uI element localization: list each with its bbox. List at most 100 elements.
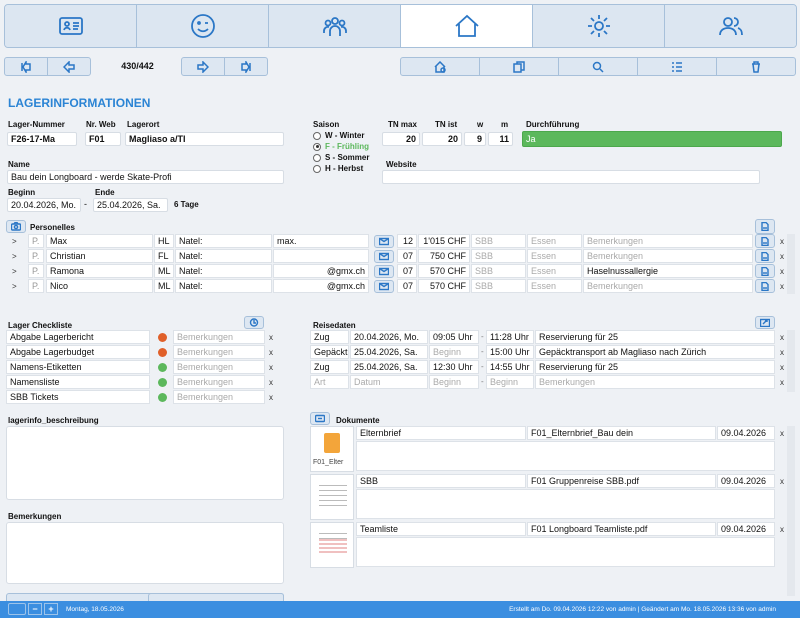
checklist-bemerkungen[interactable]: Bemerkungen bbox=[173, 360, 265, 374]
person-count[interactable]: 12 bbox=[397, 234, 417, 248]
reise-art[interactable]: Gepäckt bbox=[310, 345, 349, 359]
search-button[interactable] bbox=[559, 58, 638, 75]
person-sbb[interactable]: SBB bbox=[471, 249, 526, 263]
tab-users[interactable] bbox=[665, 5, 796, 47]
dokumente-scrollbar[interactable] bbox=[787, 426, 795, 596]
person-name[interactable]: Max bbox=[46, 234, 153, 248]
person-amount[interactable]: 1'015 CHF bbox=[418, 234, 470, 248]
reise-art[interactable]: Zug bbox=[310, 330, 349, 344]
reise-datum[interactable]: 25.04.2026, Sa. bbox=[350, 360, 428, 374]
check-icon[interactable] bbox=[158, 378, 167, 387]
row-expand-arrow[interactable]: > bbox=[12, 282, 17, 291]
reise-bis[interactable]: 14:55 Uhr bbox=[486, 360, 534, 374]
person-amount[interactable]: 570 CHF bbox=[418, 264, 470, 278]
personelles-pdf-button[interactable] bbox=[755, 219, 775, 234]
document-date[interactable]: 09.04.2026 bbox=[717, 522, 775, 536]
list-button[interactable] bbox=[638, 58, 717, 75]
lagerort-field[interactable]: Magliaso a/TI bbox=[125, 132, 284, 146]
document-file[interactable]: F01 Longboard Teamliste.pdf bbox=[527, 522, 716, 536]
radio-circle[interactable] bbox=[313, 142, 321, 151]
reise-datum[interactable]: 25.04.2026, Sa. bbox=[350, 345, 428, 359]
name-field[interactable]: Bau dein Longboard - werde Skate-Profi bbox=[7, 170, 284, 184]
next-record-button[interactable] bbox=[182, 58, 225, 75]
warning-icon[interactable] bbox=[158, 348, 167, 357]
new-record-button[interactable] bbox=[401, 58, 480, 75]
reise-datum[interactable]: 20.04.2026, Mo. bbox=[350, 330, 428, 344]
ende-field[interactable]: 25.04.2026, Sa. bbox=[93, 198, 168, 212]
document-thumbnail[interactable] bbox=[310, 522, 354, 568]
radio-circle[interactable] bbox=[313, 131, 321, 140]
person-role[interactable]: HL bbox=[154, 234, 174, 248]
delete-row-x[interactable]: x bbox=[269, 363, 273, 372]
reisedaten-scrollbar[interactable] bbox=[787, 330, 795, 392]
document-date[interactable]: 09.04.2026 bbox=[717, 474, 775, 488]
person-natel[interactable]: Natel: bbox=[175, 264, 272, 278]
personelles-photo-button[interactable] bbox=[6, 220, 26, 233]
checklist-bemerkungen[interactable]: Bemerkungen bbox=[173, 375, 265, 389]
checklist-label[interactable]: Namens-Etiketten bbox=[6, 360, 150, 374]
person-natel[interactable]: Natel: bbox=[175, 234, 272, 248]
person-essen[interactable]: Essen bbox=[527, 249, 582, 263]
tab-group[interactable] bbox=[269, 5, 401, 47]
duplicate-button[interactable] bbox=[480, 58, 559, 75]
delete-button[interactable] bbox=[717, 58, 795, 75]
dokumente-add-button[interactable] bbox=[310, 412, 330, 425]
radio-circle[interactable] bbox=[313, 164, 321, 173]
person-amount[interactable]: 570 CHF bbox=[418, 279, 470, 293]
person-essen[interactable]: Essen bbox=[527, 279, 582, 293]
delete-row-x[interactable]: x bbox=[269, 378, 273, 387]
reise-von[interactable]: 12:30 Uhr bbox=[429, 360, 479, 374]
document-file[interactable]: F01_Elternbrief_Bau dein bbox=[527, 426, 716, 440]
delete-row-x[interactable]: x bbox=[780, 237, 784, 246]
saison-option[interactable]: H - Herbst bbox=[313, 164, 363, 173]
saison-option[interactable]: S - Sommer bbox=[313, 153, 369, 162]
personelles-scrollbar[interactable] bbox=[787, 234, 795, 294]
document-thumbnail[interactable] bbox=[310, 474, 354, 520]
zoom-out-button[interactable]: − bbox=[28, 603, 42, 615]
reise-bemerkung[interactable]: Bemerkungen bbox=[535, 375, 775, 389]
reise-datum[interactable]: Datum bbox=[350, 375, 428, 389]
person-email[interactable]: @gmx.ch bbox=[273, 279, 369, 293]
reise-art[interactable]: Art bbox=[310, 375, 349, 389]
document-name[interactable]: SBB bbox=[356, 474, 526, 488]
delete-row-x[interactable]: x bbox=[780, 378, 784, 387]
checkliste-refresh-button[interactable] bbox=[244, 316, 264, 329]
person-bemerkungen[interactable]: Haselnussallergie bbox=[583, 264, 753, 278]
person-essen[interactable]: Essen bbox=[527, 264, 582, 278]
tab-settings[interactable] bbox=[533, 5, 665, 47]
tab-home[interactable] bbox=[401, 5, 533, 47]
status-blank-button[interactable] bbox=[8, 603, 26, 615]
document-thumbnail[interactable]: F01_Elter bbox=[310, 426, 354, 472]
beschreibung-textarea[interactable] bbox=[6, 426, 284, 500]
person-essen[interactable]: Essen bbox=[527, 234, 582, 248]
nr-web-field[interactable]: F01 bbox=[85, 132, 121, 146]
tab-smiley[interactable] bbox=[137, 5, 269, 47]
delete-row-x[interactable]: x bbox=[269, 348, 273, 357]
saison-option[interactable]: F - Frühling bbox=[313, 142, 369, 151]
person-email[interactable]: @gmx.ch bbox=[273, 264, 369, 278]
reise-von[interactable]: Beginn bbox=[429, 375, 479, 389]
radio-circle[interactable] bbox=[313, 153, 321, 162]
website-field[interactable] bbox=[382, 170, 760, 184]
checklist-label[interactable]: SBB Tickets bbox=[6, 390, 150, 404]
person-pdf-button[interactable] bbox=[755, 234, 775, 248]
reise-von[interactable]: Beginn bbox=[429, 345, 479, 359]
tab-person-card[interactable] bbox=[5, 5, 137, 47]
row-expand-arrow[interactable]: > bbox=[12, 267, 17, 276]
reise-bis[interactable]: 15:00 Uhr bbox=[486, 345, 534, 359]
person-bemerkungen[interactable]: Bemerkungen bbox=[583, 279, 753, 293]
row-expand-arrow[interactable]: > bbox=[12, 237, 17, 246]
first-record-button[interactable] bbox=[5, 58, 48, 75]
delete-row-x[interactable]: x bbox=[780, 429, 784, 438]
reise-bemerkung[interactable]: Reservierung für 25 bbox=[535, 360, 775, 374]
person-amount[interactable]: 750 CHF bbox=[418, 249, 470, 263]
reise-von[interactable]: 09:05 Uhr bbox=[429, 330, 479, 344]
prev-record-button[interactable] bbox=[48, 58, 90, 75]
email-button[interactable] bbox=[374, 280, 394, 293]
delete-row-x[interactable]: x bbox=[780, 333, 784, 342]
lager-nummer-field[interactable]: F26-17-Ma bbox=[7, 132, 77, 146]
tn-max-field[interactable]: 20 bbox=[382, 132, 420, 146]
zoom-in-button[interactable]: + bbox=[44, 603, 58, 615]
person-sbb[interactable]: SBB bbox=[471, 234, 526, 248]
bemerkungen-textarea[interactable] bbox=[6, 522, 284, 584]
